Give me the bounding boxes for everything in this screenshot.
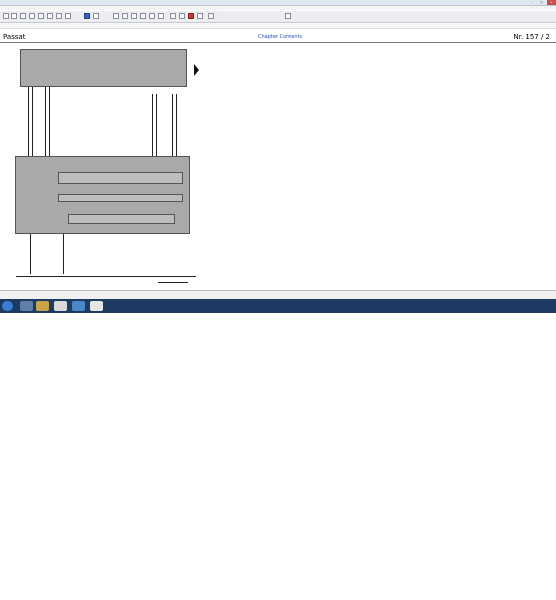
wire — [172, 94, 173, 157]
toolbar-icon-6[interactable] — [47, 13, 53, 19]
system-tray — [440, 303, 520, 309]
scroll-right-arrow-icon[interactable] — [194, 64, 199, 76]
forward-icon[interactable] — [11, 13, 17, 19]
close-button[interactable]: × — [547, 0, 556, 5]
toolbar-icon-7[interactable] — [56, 13, 62, 19]
wire — [30, 234, 31, 274]
toolbar-icon-10[interactable] — [93, 13, 99, 19]
wire — [156, 94, 157, 157]
taskbar-app-chrome-icon[interactable] — [54, 301, 67, 311]
ground-line — [16, 276, 196, 277]
home-icon[interactable] — [20, 13, 26, 19]
module-connector-middle — [58, 194, 183, 202]
diagram-scale-line — [158, 282, 188, 283]
taskbar-app-icon-4[interactable] — [72, 301, 85, 311]
start-button[interactable] — [2, 301, 13, 311]
taskbar-app-explorer-icon[interactable] — [36, 301, 49, 311]
page-number: Nr. 157 / 2 — [513, 33, 550, 41]
minimize-button[interactable]: – — [527, 0, 536, 5]
chapter-contents-link[interactable]: Chapter Contents — [258, 34, 302, 40]
screen: – □ × Passat Chapter Contents Nr. 157 / … — [0, 0, 556, 313]
page-header: Passat Chapter Contents Nr. 157 / 2 — [0, 32, 556, 43]
wire — [63, 234, 64, 274]
toolbar-icon-20[interactable] — [197, 13, 203, 19]
toolbar-icon-13[interactable] — [131, 13, 137, 19]
wire — [49, 87, 50, 157]
status-bar — [0, 290, 556, 299]
toolbar-icon-16[interactable] — [158, 13, 164, 19]
toolbar-icon-17[interactable] — [170, 13, 176, 19]
maximize-button[interactable]: □ — [537, 0, 546, 5]
search-icon[interactable] — [38, 13, 44, 19]
wire — [176, 94, 177, 157]
taskbar-app-elsawin-icon[interactable] — [90, 301, 103, 311]
color-key — [205, 218, 245, 263]
toolbar-icon-15[interactable] — [149, 13, 155, 19]
toolbar-icon-14[interactable] — [140, 13, 146, 19]
component-legend — [255, 46, 550, 176]
toolbar-icon-18[interactable] — [179, 13, 185, 19]
print-icon[interactable] — [29, 13, 35, 19]
bookmark-icon[interactable] — [84, 13, 90, 19]
taskbar — [0, 299, 556, 313]
wire — [32, 87, 33, 157]
menu-bar — [0, 6, 556, 10]
back-icon[interactable] — [3, 13, 9, 19]
module-connector-top — [58, 172, 183, 184]
wire — [28, 87, 29, 157]
wire — [152, 94, 153, 157]
page-title: Passat — [3, 33, 26, 41]
legend-row — [255, 161, 550, 166]
upper-control-module — [20, 49, 187, 87]
toolbar-icon-21[interactable] — [208, 13, 214, 19]
toolbar-icon-12[interactable] — [122, 13, 128, 19]
wire — [45, 87, 46, 157]
toolbar-icon-22[interactable] — [285, 13, 291, 19]
toolbar — [0, 11, 556, 23]
links-bar — [0, 23, 556, 29]
toolbar-icon-8[interactable] — [65, 13, 71, 19]
module-connector-bottom — [68, 214, 175, 224]
stop-icon[interactable] — [188, 13, 194, 19]
taskbar-app-ie-icon[interactable] — [20, 301, 33, 311]
toolbar-icon-11[interactable] — [113, 13, 119, 19]
